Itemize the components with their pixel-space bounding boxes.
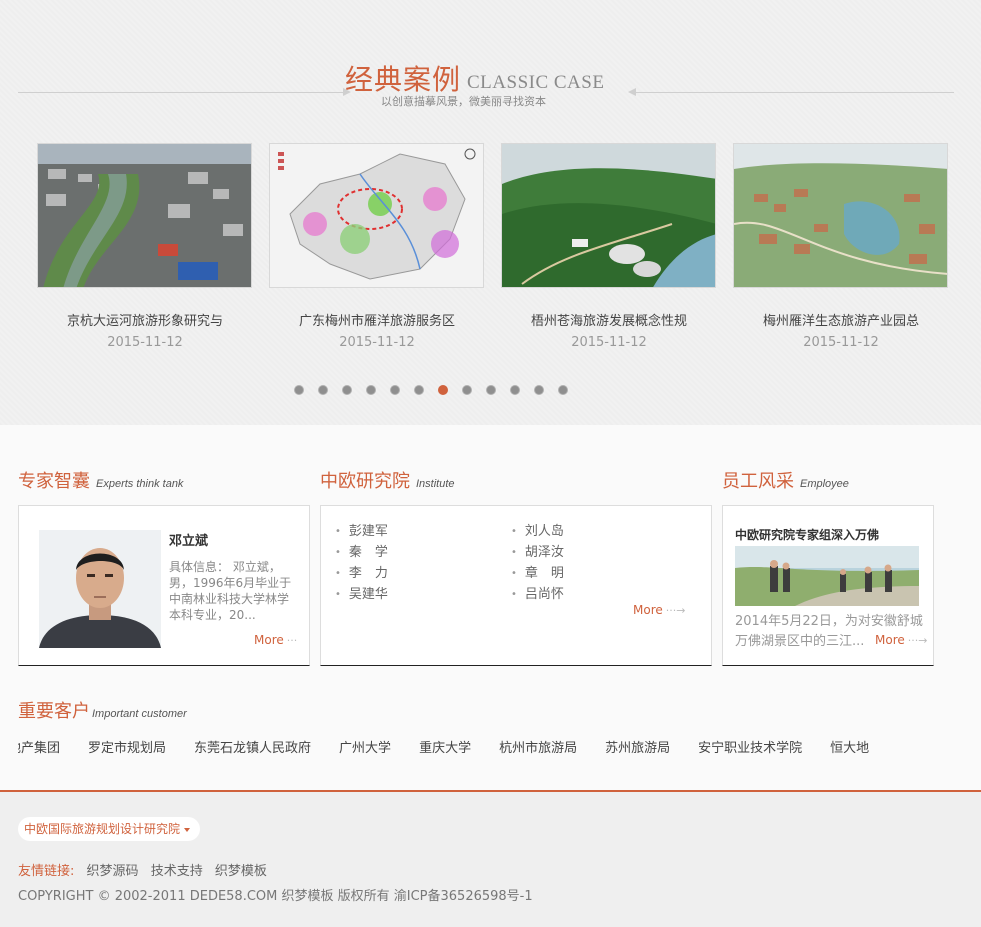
institute-member[interactable]: 胡泽汝 xyxy=(511,543,564,564)
customer-item[interactable]: 东莞石龙镇人民政府 xyxy=(194,737,311,756)
case-name[interactable]: 梧州苍海旅游发展概念性规 xyxy=(501,310,717,329)
case-image-green-park[interactable] xyxy=(501,143,716,288)
case-image-city-canal[interactable] xyxy=(37,143,252,288)
employee-card: 中欧研究院专家组深入万佛 2014年5月22日，为对安徽舒城万佛湖景区中的三江.… xyxy=(722,505,934,666)
expert-name[interactable]: 邓立斌 xyxy=(169,530,208,549)
case-name[interactable]: 广东梅州市雁洋旅游服务区 xyxy=(269,310,485,329)
case-date: 2015-11-12 xyxy=(571,335,647,350)
institute-list-left: 彭建军 秦 学 李 力 吴建华 xyxy=(335,522,388,606)
pager-dot[interactable] xyxy=(510,385,520,395)
institute-select-value: 中欧国际旅游规划设计研究院 xyxy=(24,822,181,836)
customer-item[interactable]: 恒大地 xyxy=(830,737,869,756)
copyright: COPYRIGHT © 2002-2011 DEDE58.COM 织梦模板 版权… xyxy=(18,889,533,904)
case-carousel: 京杭大运河旅游形象研究与 2015-11-12 广东梅州市雁洋旅游服务区 201… xyxy=(37,143,957,363)
experts-title: 专家智囊 xyxy=(18,471,90,492)
expert-info: 具体信息： 邓立斌，男，1996年6月毕业于中南林业科技大学林学本科专业，20.… xyxy=(169,560,292,622)
institute-more-link[interactable]: More ···→ xyxy=(633,603,685,617)
experts-title-en: Experts think tank xyxy=(96,478,184,490)
pager-dot[interactable] xyxy=(318,385,328,395)
pager-dot[interactable] xyxy=(534,385,544,395)
more-arrow-icon: ···→ xyxy=(665,604,686,617)
classic-case-title: 经典案例 xyxy=(345,63,462,96)
institute-member[interactable]: 秦 学 xyxy=(335,543,388,564)
more-arrow-icon: ··· xyxy=(286,634,298,647)
institute-member[interactable]: 吴建华 xyxy=(335,585,388,606)
institute-title: 中欧研究院 xyxy=(320,471,410,492)
customer-item[interactable]: 地产集团 xyxy=(18,737,60,756)
pager-dot[interactable] xyxy=(462,385,472,395)
pager-dot[interactable] xyxy=(366,385,376,395)
pager-dot[interactable] xyxy=(486,385,496,395)
employee-news-photo[interactable] xyxy=(735,546,919,606)
customer-marquee: 地产集团 罗定市规划局 东莞石龙镇人民政府 广州大学 重庆大学 杭州市旅游局 苏州旅游局 安宁… xyxy=(18,737,943,757)
employee-news-title[interactable]: 中欧研究院专家组深入万佛 xyxy=(735,526,879,543)
institute-member[interactable]: 刘人岛 xyxy=(511,522,564,543)
employee-title-en: Employee xyxy=(800,478,849,490)
case-name[interactable]: 京杭大运河旅游形象研究与 xyxy=(37,310,253,329)
classic-case-title-en: CLASSIC CASE xyxy=(467,72,605,93)
customer-item[interactable]: 重庆大学 xyxy=(419,737,471,756)
customer-item[interactable]: 杭州市旅游局 xyxy=(499,737,577,756)
case-date: 2015-11-12 xyxy=(107,335,183,350)
pager-dot[interactable] xyxy=(294,385,304,395)
friend-link[interactable]: 织梦模板 xyxy=(215,864,267,879)
case-date: 2015-11-12 xyxy=(339,335,415,350)
case-card[interactable]: 京杭大运河旅游形象研究与 2015-11-12 xyxy=(37,143,253,350)
case-image-eco-park[interactable] xyxy=(733,143,948,288)
more-arrow-icon: ···→ xyxy=(907,634,928,647)
employee-title: 员工风采 xyxy=(722,471,794,492)
customer-item[interactable]: 广州大学 xyxy=(339,737,391,756)
institute-heading: 中欧研究院 Institute xyxy=(320,467,455,493)
case-image-planning-map[interactable] xyxy=(269,143,484,288)
pager-dot-active[interactable] xyxy=(438,385,448,395)
employee-heading: 员工风采 Employee xyxy=(722,467,849,493)
institute-member[interactable]: 李 力 xyxy=(335,564,388,585)
pager-dot[interactable] xyxy=(414,385,424,395)
institute-member[interactable]: 章 明 xyxy=(511,564,564,585)
case-date: 2015-11-12 xyxy=(803,335,879,350)
case-card[interactable]: 梧州苍海旅游发展概念性规 2015-11-12 xyxy=(501,143,717,350)
customer-item[interactable]: 罗定市规划局 xyxy=(88,737,166,756)
more-label: More xyxy=(875,633,905,647)
friend-link[interactable]: 技术支持 xyxy=(151,864,203,879)
expert-card: 邓立斌 具体信息： 邓立斌，男，1996年6月毕业于中南林业科技大学林学本科专业… xyxy=(18,505,310,666)
institute-card: 彭建军 秦 学 李 力 吴建华 刘人岛 胡泽汝 章 明 吕尚怀 More···→ xyxy=(320,505,712,666)
experts-more-link[interactable]: More ··· xyxy=(254,633,297,647)
friend-links: 友情链接: 织梦源码 技术支持 织梦模板 xyxy=(18,860,275,879)
customers-title: 重要客户 xyxy=(18,701,90,722)
header-line-right xyxy=(628,88,954,96)
header-line-left xyxy=(18,88,351,96)
customers-heading: 重要客户 Important customer xyxy=(18,697,187,723)
case-card[interactable]: 梅州雁洋生态旅游产业园总 2015-11-12 xyxy=(733,143,949,350)
experts-heading: 专家智囊 Experts think tank xyxy=(18,467,183,493)
chevron-down-icon xyxy=(184,827,191,832)
customer-item[interactable]: 安宁职业技术学院 xyxy=(698,737,802,756)
pager-dot[interactable] xyxy=(342,385,352,395)
more-label: More xyxy=(633,603,663,617)
case-card[interactable]: 广东梅州市雁洋旅游服务区 2015-11-12 xyxy=(269,143,485,350)
institute-member[interactable]: 吕尚怀 xyxy=(511,585,564,606)
customer-item[interactable]: 苏州旅游局 xyxy=(605,737,670,756)
more-label: More xyxy=(254,633,284,647)
pager-dot[interactable] xyxy=(390,385,400,395)
customers-title-en: Important customer xyxy=(92,708,187,720)
classic-case-section: 经典案例 CLASSIC CASE 以创意描摹风景，微美丽寻找资本 京杭大运河旅… xyxy=(0,0,981,425)
classic-case-header: 经典案例 CLASSIC CASE 以创意描摹风景，微美丽寻找资本 xyxy=(0,58,981,108)
classic-case-subtitle: 以创意描摹风景，微美丽寻找资本 xyxy=(381,95,546,108)
footer: 中欧国际旅游规划设计研究院 友情链接: 织梦源码 技术支持 织梦模板 COPYR… xyxy=(0,790,981,927)
info-section: 专家智囊 Experts think tank 邓立斌 具体信息： 邓立斌，男，1… xyxy=(0,425,981,790)
pager-dot[interactable] xyxy=(558,385,568,395)
friend-links-label: 友情链接: xyxy=(18,864,75,879)
institute-member[interactable]: 彭建军 xyxy=(335,522,388,543)
institute-select[interactable]: 中欧国际旅游规划设计研究院 xyxy=(18,817,201,841)
employee-more-link[interactable]: More ···→ xyxy=(875,633,927,647)
institute-title-en: Institute xyxy=(416,478,455,490)
case-name[interactable]: 梅州雁洋生态旅游产业园总 xyxy=(733,310,949,329)
institute-list-right: 刘人岛 胡泽汝 章 明 吕尚怀 xyxy=(511,522,564,606)
friend-link[interactable]: 织梦源码 xyxy=(87,864,139,879)
expert-photo[interactable] xyxy=(39,530,161,648)
